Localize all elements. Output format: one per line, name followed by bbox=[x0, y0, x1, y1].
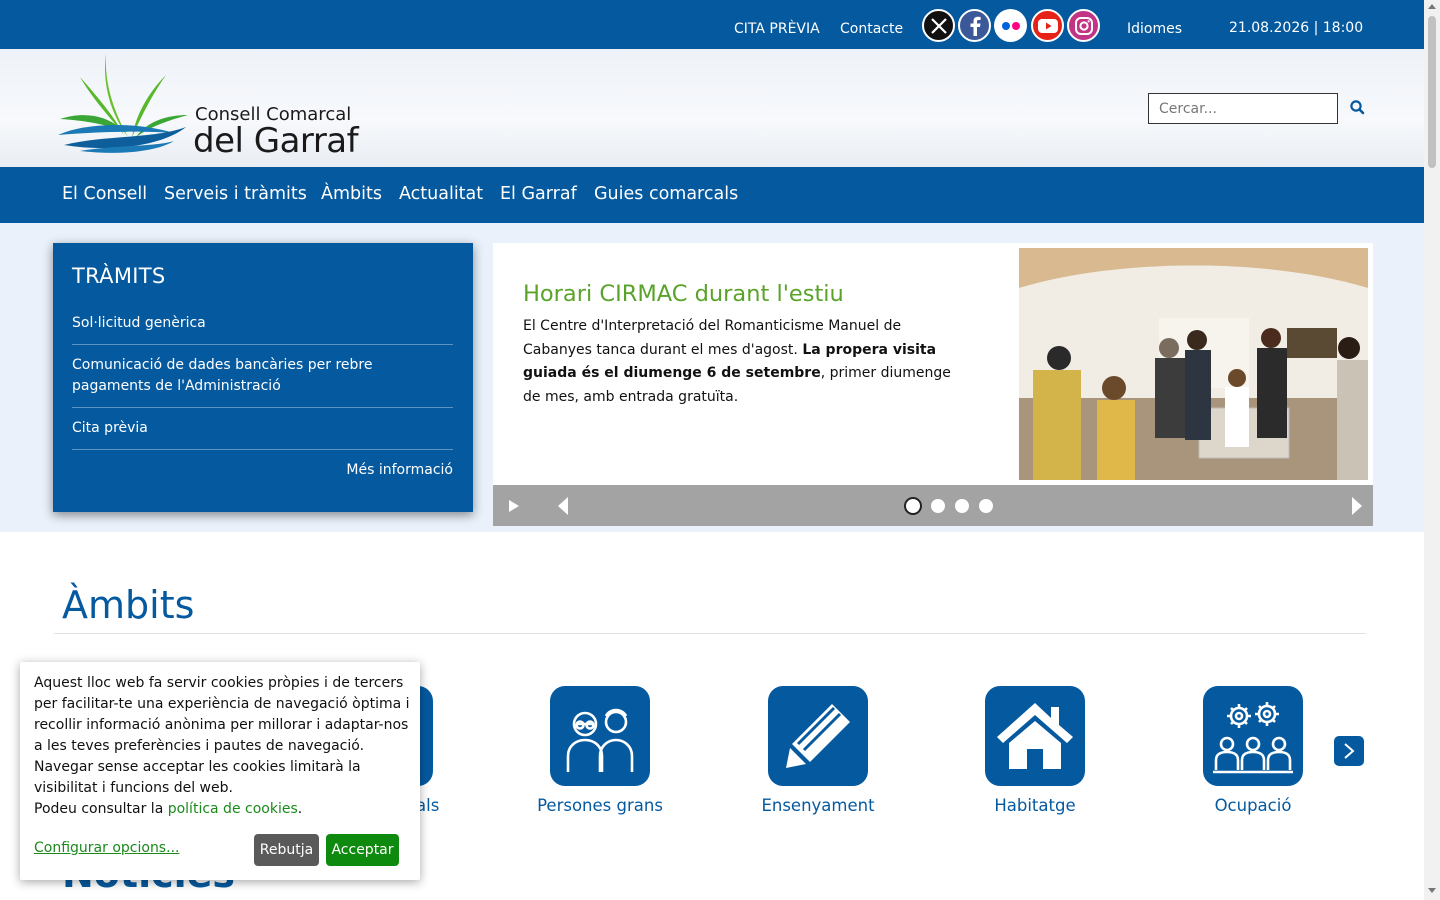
news-slider: Horari CIRMAC durant l'estiu El Centre d… bbox=[493, 243, 1373, 526]
x-icon[interactable] bbox=[922, 9, 955, 42]
search-icon[interactable] bbox=[1349, 99, 1367, 117]
instagram-icon[interactable] bbox=[1067, 9, 1100, 42]
slider-dot-3[interactable] bbox=[955, 499, 969, 513]
top-bar: CITA PRÈVIA Contacte Idiomes 21.08.2026 … bbox=[0, 0, 1424, 49]
slider-controls bbox=[493, 485, 1373, 526]
workers-gears-icon bbox=[1203, 686, 1303, 786]
slider-dot-4[interactable] bbox=[979, 499, 993, 513]
ambit-label: Habitatge bbox=[994, 796, 1076, 815]
scroll-down-icon[interactable] bbox=[1428, 888, 1436, 893]
tramit-link-dades-bancaries[interactable]: Comunicació de dades bancàries per rebre… bbox=[72, 355, 453, 408]
cookie-accept-button[interactable]: Acceptar bbox=[326, 834, 399, 866]
tramits-panel: TRÀMITS Sol·licitud genèrica Comunicació… bbox=[53, 243, 473, 512]
nav-item-guies-comarcals[interactable]: Guies comarcals bbox=[594, 184, 738, 204]
slider-dot-2[interactable] bbox=[931, 499, 945, 513]
slide-title[interactable]: Horari CIRMAC durant l'estiu bbox=[523, 281, 844, 307]
ambit-label: Persones grans bbox=[537, 796, 663, 815]
cookie-banner: Aquest lloc web fa servir cookies pròpie… bbox=[20, 662, 420, 880]
search-input[interactable] bbox=[1148, 93, 1338, 124]
main-nav: El Consell Serveis i tràmits Àmbits Actu… bbox=[0, 167, 1424, 223]
cita-previa-link[interactable]: CITA PRÈVIA bbox=[734, 21, 820, 37]
ambits-heading: Àmbits bbox=[62, 583, 195, 627]
flickr-icon[interactable] bbox=[994, 9, 1027, 42]
slider-prev-icon[interactable] bbox=[555, 485, 571, 526]
facebook-icon[interactable] bbox=[958, 9, 991, 42]
site-logo[interactable]: Consell Comarcal del Garraf bbox=[54, 53, 359, 161]
slider-dot-1[interactable] bbox=[904, 497, 922, 515]
cookie-policy-link[interactable]: política de cookies bbox=[168, 801, 298, 817]
ambit-label: Ocupació bbox=[1214, 796, 1292, 815]
nav-item-el-garraf[interactable]: El Garraf bbox=[500, 184, 577, 204]
ambit-habitatge[interactable]: Habitatge bbox=[945, 686, 1125, 815]
ambit-label: Ensenyament bbox=[761, 796, 875, 815]
tramit-link-sollicitud[interactable]: Sol·licitud genèrica bbox=[72, 313, 453, 345]
tramit-link-cita-previa[interactable]: Cita prèvia bbox=[72, 418, 453, 450]
house-icon bbox=[985, 686, 1085, 786]
ambit-ensenyament[interactable]: Ensenyament bbox=[728, 686, 908, 815]
nav-item-el-consell[interactable]: El Consell bbox=[62, 184, 147, 204]
logo-title-line2: del Garraf bbox=[193, 121, 359, 161]
cookie-text: Aquest lloc web fa servir cookies pròpie… bbox=[34, 675, 410, 817]
play-icon[interactable] bbox=[503, 485, 525, 526]
page-scrollbar[interactable] bbox=[1424, 0, 1440, 900]
scroll-up-icon[interactable] bbox=[1428, 4, 1436, 9]
slide-text: El Centre d'Interpretació del Romanticis… bbox=[523, 318, 951, 405]
youtube-icon[interactable] bbox=[1031, 9, 1064, 42]
nav-item-serveis-tramits[interactable]: Serveis i tràmits bbox=[164, 184, 307, 204]
ambit-ocupacio[interactable]: Ocupació bbox=[1163, 686, 1343, 815]
nav-item-ambits[interactable]: Àmbits bbox=[321, 184, 382, 204]
elderly-couple-icon bbox=[550, 686, 650, 786]
contacte-link[interactable]: Contacte bbox=[840, 21, 903, 37]
ambits-divider bbox=[54, 633, 1366, 634]
slide-photo[interactable] bbox=[1019, 248, 1368, 480]
site-header: Consell Comarcal del Garraf bbox=[0, 49, 1424, 167]
cookie-reject-button[interactable]: Rebutja bbox=[254, 834, 319, 866]
ambit-persones-grans[interactable]: Persones grans bbox=[510, 686, 690, 815]
nav-item-actualitat[interactable]: Actualitat bbox=[399, 184, 483, 204]
tramits-title: TRÀMITS bbox=[72, 264, 166, 288]
cookie-configure-link[interactable]: Configurar opcions... bbox=[34, 840, 179, 856]
scroll-thumb[interactable] bbox=[1428, 16, 1436, 168]
slider-next-icon[interactable] bbox=[1349, 485, 1365, 526]
tramits-more-link[interactable]: Més informació bbox=[346, 462, 453, 478]
ambits-next-icon[interactable] bbox=[1334, 736, 1364, 766]
current-datetime: 21.08.2026 | 18:00 bbox=[1229, 20, 1364, 36]
idiomes-link[interactable]: Idiomes bbox=[1127, 21, 1182, 37]
pencil-icon bbox=[768, 686, 868, 786]
